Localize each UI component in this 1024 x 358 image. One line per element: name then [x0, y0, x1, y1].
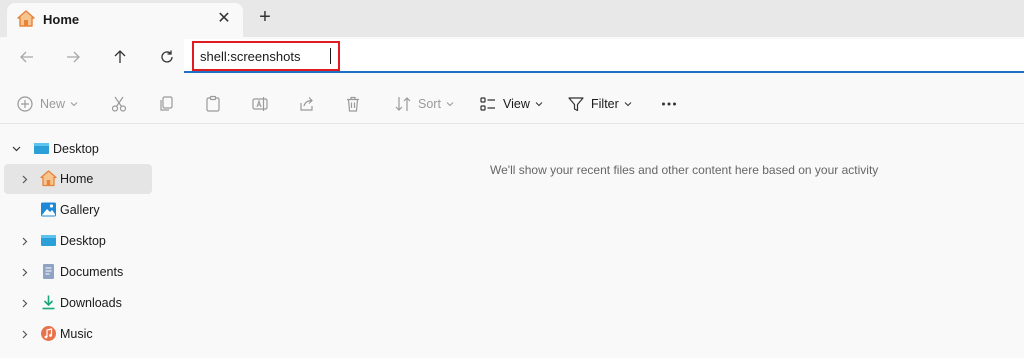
tab-title: Home: [43, 12, 80, 27]
chevron-right-icon: [22, 268, 28, 277]
empty-state-message: We'll show your recent files and other c…: [490, 163, 879, 177]
filter-icon: [568, 97, 584, 112]
sidebar-item-documents[interactable]: Documents: [4, 257, 152, 287]
sidebar-item-music[interactable]: Music: [4, 319, 152, 349]
copy-icon: [160, 96, 173, 111]
paste-button[interactable]: [204, 92, 222, 116]
share-icon: [300, 97, 313, 111]
copy-button[interactable]: [157, 92, 175, 116]
sidebar-item-label: Desktop: [60, 234, 106, 248]
refresh-icon: [161, 50, 173, 63]
home-icon: [17, 10, 35, 27]
refresh-button[interactable]: [154, 44, 180, 70]
sidebar-item-desktop[interactable]: Desktop: [4, 226, 152, 256]
sort-button[interactable]: Sort: [394, 92, 454, 116]
chevron-right-icon: [22, 330, 28, 339]
downloads-icon: [42, 295, 55, 310]
address-bar[interactable]: [184, 39, 1024, 73]
delete-button[interactable]: [344, 92, 362, 116]
view-list-icon: [480, 97, 495, 111]
new-label: New: [40, 97, 66, 111]
rename-icon: [252, 97, 268, 111]
cut-button[interactable]: [110, 92, 128, 116]
new-tab-button[interactable]: +: [253, 6, 277, 30]
sort-icon: [395, 97, 411, 111]
chevron-right-icon: [22, 175, 28, 184]
view-label: View: [503, 97, 530, 111]
filter-button[interactable]: Filter: [567, 92, 632, 116]
arrow-left-icon: [20, 51, 33, 63]
new-button[interactable]: New: [16, 92, 78, 116]
navigation-pane: Desktop Home Gallery Desktop Documents D…: [0, 132, 160, 358]
sidebar-item-label: Gallery: [60, 203, 100, 217]
trash-icon: [347, 96, 359, 112]
sidebar-item-downloads[interactable]: Downloads: [4, 288, 152, 318]
gallery-icon: [41, 202, 56, 217]
more-icon: [662, 102, 676, 106]
share-button[interactable]: [298, 92, 316, 116]
sidebar-item-label: Home: [60, 172, 94, 186]
plus-circle-icon: [17, 96, 33, 112]
desktop-icon: [41, 235, 56, 246]
sidebar-item-home[interactable]: Home: [4, 164, 152, 194]
chevron-right-icon: [22, 299, 28, 308]
sidebar-item-label: Downloads: [60, 296, 122, 310]
tab-strip: Home ✕ +: [0, 0, 1024, 37]
up-button[interactable]: [107, 44, 133, 70]
sidebar-item-desktop-root[interactable]: Desktop: [0, 134, 148, 164]
home-icon: [40, 170, 57, 187]
sidebar-item-label: Music: [60, 327, 93, 341]
arrow-up-icon: [114, 50, 126, 63]
command-bar: New Sort View Filter: [0, 84, 1024, 124]
rename-button[interactable]: [251, 92, 269, 116]
chevron-right-icon: [22, 237, 28, 246]
clipboard-icon: [206, 95, 220, 112]
scissors-icon: [111, 96, 127, 112]
sidebar-item-label: Documents: [60, 265, 124, 279]
chevron-down-icon: [624, 102, 632, 107]
sort-label: Sort: [418, 97, 441, 111]
desktop-icon: [34, 143, 49, 154]
address-input[interactable]: [192, 41, 340, 71]
documents-icon: [43, 264, 54, 279]
music-icon: [41, 326, 56, 341]
filter-label: Filter: [591, 97, 619, 111]
forward-button[interactable]: [60, 44, 86, 70]
tab-home[interactable]: Home ✕: [7, 3, 243, 37]
chevron-down-icon: [70, 102, 78, 107]
sidebar-item-gallery[interactable]: Gallery: [4, 195, 152, 225]
navigation-bar: [0, 37, 1024, 77]
arrow-right-icon: [67, 51, 80, 63]
back-button[interactable]: [14, 44, 40, 70]
chevron-down-icon: [12, 146, 21, 152]
view-button[interactable]: View: [479, 92, 543, 116]
chevron-down-icon: [535, 102, 543, 107]
sidebar-item-label: Desktop: [53, 142, 99, 156]
chevron-down-icon: [446, 102, 454, 107]
more-options-button[interactable]: [660, 92, 678, 116]
text-caret: [330, 48, 331, 64]
close-tab-button[interactable]: ✕: [213, 8, 235, 30]
